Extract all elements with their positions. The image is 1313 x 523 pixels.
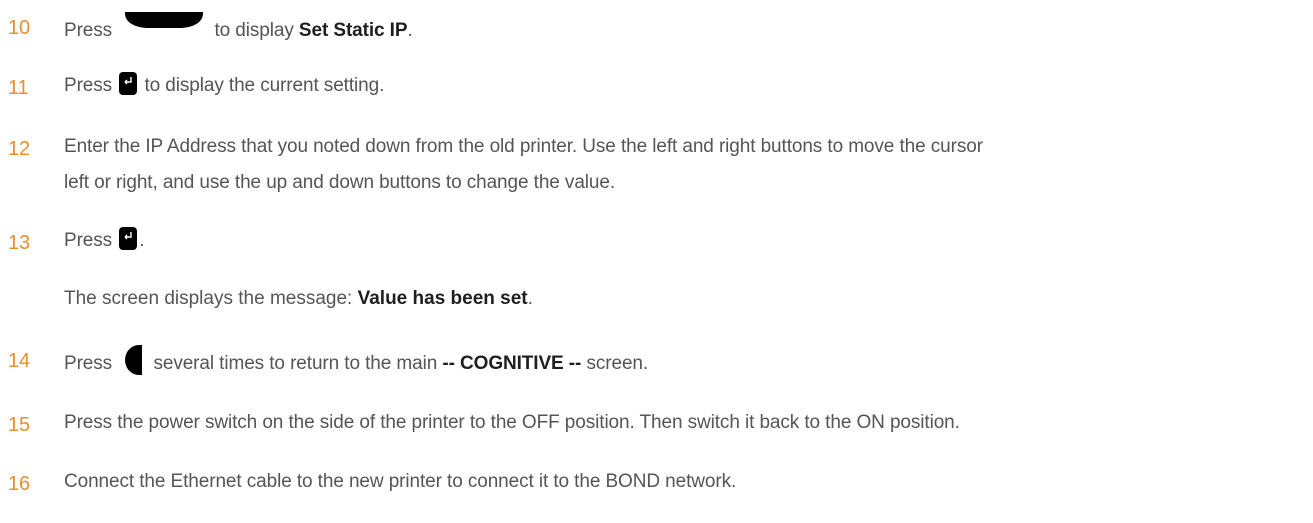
note-prefix: The screen displays the message: [64, 288, 353, 309]
step-text-tail: screen. [586, 353, 649, 374]
step-number: 13 [8, 232, 31, 254]
step-number: 11 [8, 77, 29, 99]
instruction-page: 10 Press to display Set Static IP. 11 Pr… [0, 0, 1313, 523]
step-number: 10 [8, 17, 31, 39]
step-text: Press to display the current setting. [64, 72, 384, 99]
step-text-line-2: left or right, and use the up and down b… [64, 172, 616, 193]
step-text-before-key: Press [64, 353, 113, 374]
menu-option-name: Set Static IP [298, 20, 408, 41]
step-text: Connect the Ethernet cable to the new pr… [64, 471, 737, 492]
step-text-after-key: . [139, 230, 145, 251]
step-number: 14 [8, 350, 31, 372]
step-number: 15 [8, 414, 31, 436]
down-arrow-key-icon [125, 12, 204, 28]
enter-key-icon [119, 72, 138, 95]
step-text: Press . [64, 227, 145, 254]
step-text-before-key: Press [64, 20, 113, 41]
screen-message: Value has been set [357, 288, 528, 309]
step-number: 16 [8, 473, 31, 495]
step-text-before-key: Press [64, 75, 113, 96]
screen-name: -- COGNITIVE -- [442, 353, 582, 374]
step-text: Press the power switch on the side of th… [64, 412, 960, 433]
step-text-after-key: several times to return to the main [153, 353, 438, 374]
step-text-tail: . [407, 20, 413, 41]
step-text: Press several times to return to the mai… [64, 345, 648, 377]
note-suffix: . [527, 288, 533, 309]
left-arrow-key-icon [125, 345, 143, 375]
step-text-before-key: Press [64, 230, 113, 251]
step-13-note: The screen displays the message: Value h… [64, 285, 533, 312]
step-text-line-1: Enter the IP Address that you noted down… [64, 136, 983, 157]
enter-key-icon [119, 227, 138, 250]
step-number: 12 [8, 138, 31, 160]
step-text-after-key: to display the current setting. [144, 75, 385, 96]
step-text: Press to display Set Static IP. [64, 12, 413, 44]
step-text-after-key: to display [214, 20, 294, 41]
step-text: Enter the IP Address that you noted down… [64, 133, 983, 196]
